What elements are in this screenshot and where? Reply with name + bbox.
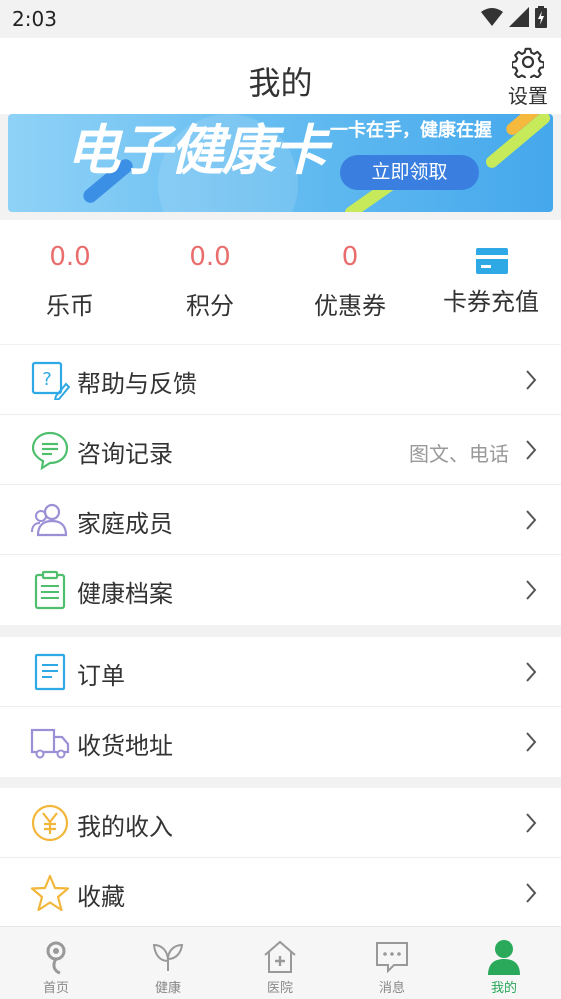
menu-item-consult[interactable]: 咨询记录 图文、电话: [0, 415, 561, 485]
chevron-right-icon: [526, 370, 537, 390]
menu-group-service: ? 帮助与反馈 咨询记录 图文、电话 家庭成员 健康档案: [0, 345, 561, 625]
help-label: 帮助与反馈: [77, 370, 197, 398]
tab-mine[interactable]: 我的: [448, 927, 560, 999]
tab-messages[interactable]: 消息: [336, 927, 448, 999]
star-icon: [30, 874, 70, 912]
wifi-icon: [481, 8, 503, 26]
tab-home[interactable]: 首页: [0, 927, 112, 999]
tab-messages-label: 消息: [378, 981, 405, 996]
stat-card-recharge[interactable]: 卡券充值: [421, 220, 561, 344]
family-members-icon: [31, 503, 68, 537]
chevron-right-icon: [526, 732, 537, 752]
banner-slogan: 一卡在手，健康在握: [330, 120, 492, 141]
address-label: 收货地址: [77, 732, 173, 760]
menu-item-favorites[interactable]: 收藏: [0, 858, 561, 928]
header: 我的 设置: [0, 38, 561, 114]
wallet-stats: 0.0 乐币 0.0 积分 0 优惠券 卡券充值: [0, 220, 561, 344]
signal-icon: [509, 7, 529, 27]
stat-points[interactable]: 0.0 积分: [140, 220, 280, 344]
status-icons: [481, 6, 547, 28]
consult-label: 咨询记录: [77, 440, 173, 468]
tab-health[interactable]: 健康: [112, 927, 224, 999]
menu-item-help[interactable]: ? 帮助与反馈: [0, 345, 561, 415]
yuan-icon: [31, 804, 69, 842]
user-profile-icon: [488, 940, 520, 975]
chevron-right-icon: [526, 662, 537, 682]
coins-value: 0.0: [49, 242, 91, 272]
consult-detail: 图文、电话: [409, 442, 509, 466]
document-icon: [34, 653, 66, 691]
chat-icon: [31, 431, 69, 470]
health-card-banner[interactable]: 电子健康卡 一卡在手，健康在握 立即领取: [8, 114, 553, 212]
family-label: 家庭成员: [77, 510, 173, 538]
bottom-tab-bar: 首页 健康 医院 消息 我的: [0, 926, 561, 999]
points-value: 0.0: [189, 242, 231, 272]
income-label: 我的收入: [77, 813, 173, 841]
card-icon: [476, 248, 508, 274]
truck-icon: [30, 728, 70, 759]
gear-icon: [512, 47, 544, 78]
menu-item-orders[interactable]: 订单: [0, 637, 561, 707]
home-logo-icon: [46, 941, 66, 975]
health-records-label: 健康档案: [77, 580, 173, 608]
coins-label: 乐币: [46, 292, 94, 320]
clipboard-icon: [34, 570, 66, 610]
page-title: 我的: [248, 64, 313, 102]
leaf-icon: [152, 943, 184, 971]
stat-coupons[interactable]: 0 优惠券: [280, 220, 420, 344]
message-icon: [376, 942, 408, 974]
svg-text:?: ?: [42, 369, 52, 390]
chevron-right-icon: [526, 580, 537, 600]
banner-title: 电子健康卡: [66, 119, 328, 182]
menu-group-orders: 订单 收货地址: [0, 637, 561, 777]
menu-item-income[interactable]: 我的收入: [0, 788, 561, 858]
tab-hospital[interactable]: 医院: [224, 927, 336, 999]
chevron-right-icon: [526, 440, 537, 460]
tab-health-label: 健康: [154, 981, 181, 996]
menu-item-address[interactable]: 收货地址: [0, 707, 561, 777]
chevron-right-icon: [526, 883, 537, 903]
coupons-label: 优惠券: [314, 292, 386, 320]
chevron-right-icon: [526, 510, 537, 530]
menu-item-family[interactable]: 家庭成员: [0, 485, 561, 555]
tab-hospital-label: 医院: [266, 981, 293, 996]
coupons-value: 0: [341, 242, 359, 272]
stat-coins[interactable]: 0.0 乐币: [0, 220, 140, 344]
menu-item-health-records[interactable]: 健康档案: [0, 555, 561, 625]
settings-label: 设置: [508, 84, 548, 108]
favorites-label: 收藏: [77, 883, 125, 911]
chevron-right-icon: [526, 813, 537, 833]
battery-icon: [535, 6, 547, 28]
help-feedback-icon: ?: [31, 361, 70, 400]
tab-home-label: 首页: [42, 981, 69, 996]
card-recharge-label: 卡券充值: [443, 288, 539, 316]
settings-button[interactable]: 设置: [505, 46, 551, 108]
status-bar: 2:03: [0, 0, 561, 38]
status-time: 2:03: [12, 7, 57, 31]
menu-group-personal: 我的收入 收藏: [0, 788, 561, 928]
points-label: 积分: [186, 292, 234, 320]
claim-button[interactable]: 立即领取: [340, 155, 479, 190]
hospital-icon: [264, 940, 296, 973]
tab-mine-label: 我的: [490, 981, 517, 996]
orders-label: 订单: [77, 662, 125, 690]
